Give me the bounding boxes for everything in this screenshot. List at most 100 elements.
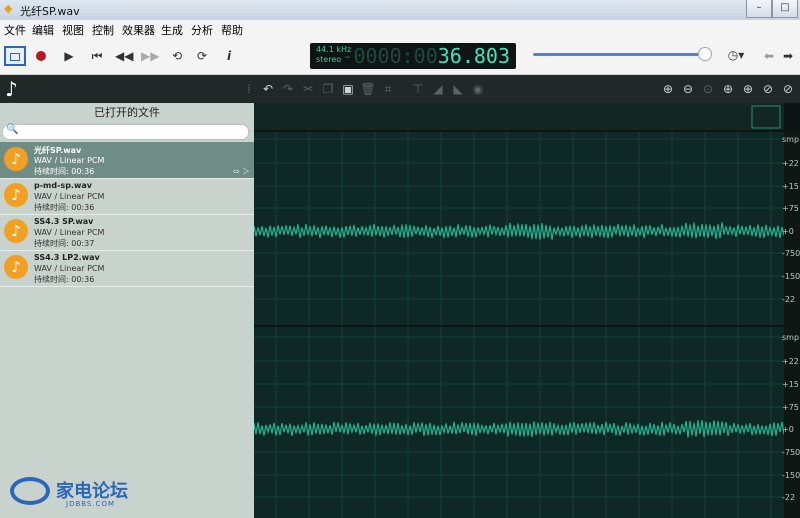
record-icon: [36, 51, 46, 61]
overview-strip: [254, 103, 784, 130]
playback-time: -0000:0036.803: [341, 44, 510, 68]
grip-icon: ⁞: [247, 82, 251, 96]
menu-bar: 文件 编辑 视图 控制 效果器 生成 分析 帮助: [0, 20, 800, 39]
copy-button[interactable]: ❐: [320, 81, 336, 97]
selection-mode-button[interactable]: [4, 46, 26, 66]
time-display: 44.1 kHz stereo -0000:0036.803: [310, 43, 516, 69]
zoom-vertical-in-button[interactable]: ⊘: [760, 81, 776, 97]
file-name: SS4.3 LP2.wav: [34, 253, 100, 262]
ruler-label-top: +22: [782, 159, 799, 168]
loop-button[interactable]: ⟲: [168, 47, 186, 65]
file-duration: 持续时间: 00:37: [34, 239, 95, 248]
open-files-panel: ♪ 已打开的文件 🔍 ♪ 光纤SP.wav WAV / Linear PCM 持…: [0, 75, 254, 518]
time-ghost-digits: -0000:00: [341, 44, 438, 68]
file-item[interactable]: ♪ 光纤SP.wav WAV / Linear PCM 持续时间: 00:36 …: [0, 142, 254, 179]
arrow-left-icon: ⬅: [763, 49, 775, 63]
play-icon: ▶: [64, 49, 74, 63]
file-item[interactable]: ♪ SS4.3 SP.wav WAV / Linear PCM 持续时间: 00…: [0, 214, 254, 251]
menu-effects[interactable]: 效果器: [122, 22, 155, 38]
delete-button[interactable]: 🗑: [360, 81, 376, 97]
zoom-out-button[interactable]: ⊖: [680, 81, 696, 97]
title-bar: ◆ 光纤SP.wav – □: [0, 0, 800, 20]
ruler-label-bottom: +75: [782, 403, 799, 412]
file-name: 光纤SP.wav: [34, 146, 82, 155]
crop-button[interactable]: ⌗: [380, 81, 396, 97]
cut-button[interactable]: ✂: [300, 81, 316, 97]
ruler-label-bottom: +22: [782, 357, 799, 366]
zoom-in-button[interactable]: ⊕: [660, 81, 676, 97]
zoom-fit-button[interactable]: ⊕: [740, 81, 756, 97]
window-title: 光纤SP.wav: [20, 5, 80, 18]
watermark-url: JDBBS.COM: [66, 500, 116, 508]
file-type: WAV / Linear PCM: [34, 228, 105, 237]
fade-out-button[interactable]: ◣: [450, 81, 466, 97]
music-note-icon: ♪: [4, 147, 28, 171]
panel-title: 已打开的文件: [94, 106, 160, 119]
redo-button[interactable]: ↷: [280, 81, 296, 97]
zoom-reset-button[interactable]: ⊙: [700, 81, 716, 97]
clock-icon: ◷▾: [727, 48, 745, 62]
window-controls: – □: [746, 0, 798, 18]
panel-header-bar: ♪: [0, 75, 254, 103]
menu-analyze[interactable]: 分析: [191, 22, 213, 38]
info-button[interactable]: i: [220, 47, 238, 65]
skip-start-icon: ⏮: [91, 49, 103, 63]
file-item[interactable]: ♪ p-md-sp.wav WAV / Linear PCM 持续时间: 00:…: [0, 178, 254, 215]
ruler-label-bottom: -22: [782, 493, 796, 502]
file-duration: 持续时间: 00:36: [34, 167, 95, 176]
ruler-label-top: smp: [782, 135, 800, 144]
file-name: p-md-sp.wav: [34, 181, 92, 190]
ruler-label-bottom: +0: [782, 425, 794, 434]
fade-in-button[interactable]: ◢: [430, 81, 446, 97]
arrow-right-icon: ➡: [782, 49, 794, 63]
file-type: WAV / Linear PCM: [34, 192, 105, 201]
fast-forward-button[interactable]: ▶▶: [141, 47, 159, 65]
file-item[interactable]: ♪ SS4.3 LP2.wav WAV / Linear PCM 持续时间: 0…: [0, 250, 254, 287]
menu-view[interactable]: 视图: [62, 22, 84, 38]
undo-button[interactable]: ↶: [260, 81, 276, 97]
music-note-icon: ♪: [4, 219, 28, 243]
file-type: WAV / Linear PCM: [34, 264, 105, 273]
normalize-button[interactable]: ⊤: [410, 81, 426, 97]
loop-plus-icon: ⟳: [196, 49, 208, 63]
ruler-label-bottom: -750: [782, 448, 800, 457]
history-button[interactable]: ◷▾: [727, 46, 745, 64]
play-button[interactable]: ▶: [60, 47, 78, 65]
rewind-button[interactable]: ◀◀: [115, 47, 133, 65]
file-duration: 持续时间: 00:36: [34, 275, 95, 284]
menu-control[interactable]: 控制: [92, 22, 114, 38]
loop-selection-button[interactable]: ⟳: [193, 47, 211, 65]
ruler-label-bottom: +15: [782, 380, 799, 389]
menu-generate[interactable]: 生成: [161, 22, 183, 38]
fast-forward-icon: ▶▶: [141, 49, 160, 63]
back-button[interactable]: ⬅: [760, 47, 778, 65]
zoom-vertical-out-button[interactable]: ⊘: [780, 81, 796, 97]
file-search-input[interactable]: 🔍: [2, 124, 249, 140]
file-duration: 持续时间: 00:36: [34, 203, 95, 212]
maximize-button[interactable]: □: [772, 0, 798, 18]
waveform-editor[interactable]: smp +22 +15 +75 +0 -750 -150 -22 smp +22…: [254, 103, 800, 518]
ruler-label-top: +75: [782, 204, 799, 213]
time-value: 36.803: [437, 44, 510, 68]
menu-help[interactable]: 帮助: [221, 22, 243, 38]
effect-button[interactable]: ◉: [470, 81, 486, 97]
file-name: SS4.3 SP.wav: [34, 217, 94, 226]
zoom-selection-button[interactable]: ⊕: [720, 81, 736, 97]
music-note-icon: ♪: [5, 77, 18, 101]
music-note-icon: ♪: [4, 255, 28, 279]
menu-file[interactable]: 文件: [4, 22, 26, 38]
loop-icon: ⟲: [171, 49, 183, 63]
ruler-label-top: +0: [782, 227, 794, 236]
menu-edit[interactable]: 编辑: [32, 22, 54, 38]
record-button[interactable]: [32, 47, 50, 65]
paste-button[interactable]: ▣: [340, 81, 356, 97]
forward-button[interactable]: ➡: [779, 47, 797, 65]
skip-start-button[interactable]: ⏮: [88, 47, 106, 65]
minimize-button[interactable]: –: [746, 0, 772, 18]
file-actions[interactable]: ⇔ ＞: [233, 166, 250, 177]
ruler-label-bottom: -150: [782, 471, 800, 480]
channel-mode: stereo: [316, 55, 342, 64]
volume-slider-track[interactable]: [533, 53, 709, 56]
volume-slider-knob[interactable]: [697, 47, 712, 61]
waveform-canvas: [254, 103, 800, 518]
